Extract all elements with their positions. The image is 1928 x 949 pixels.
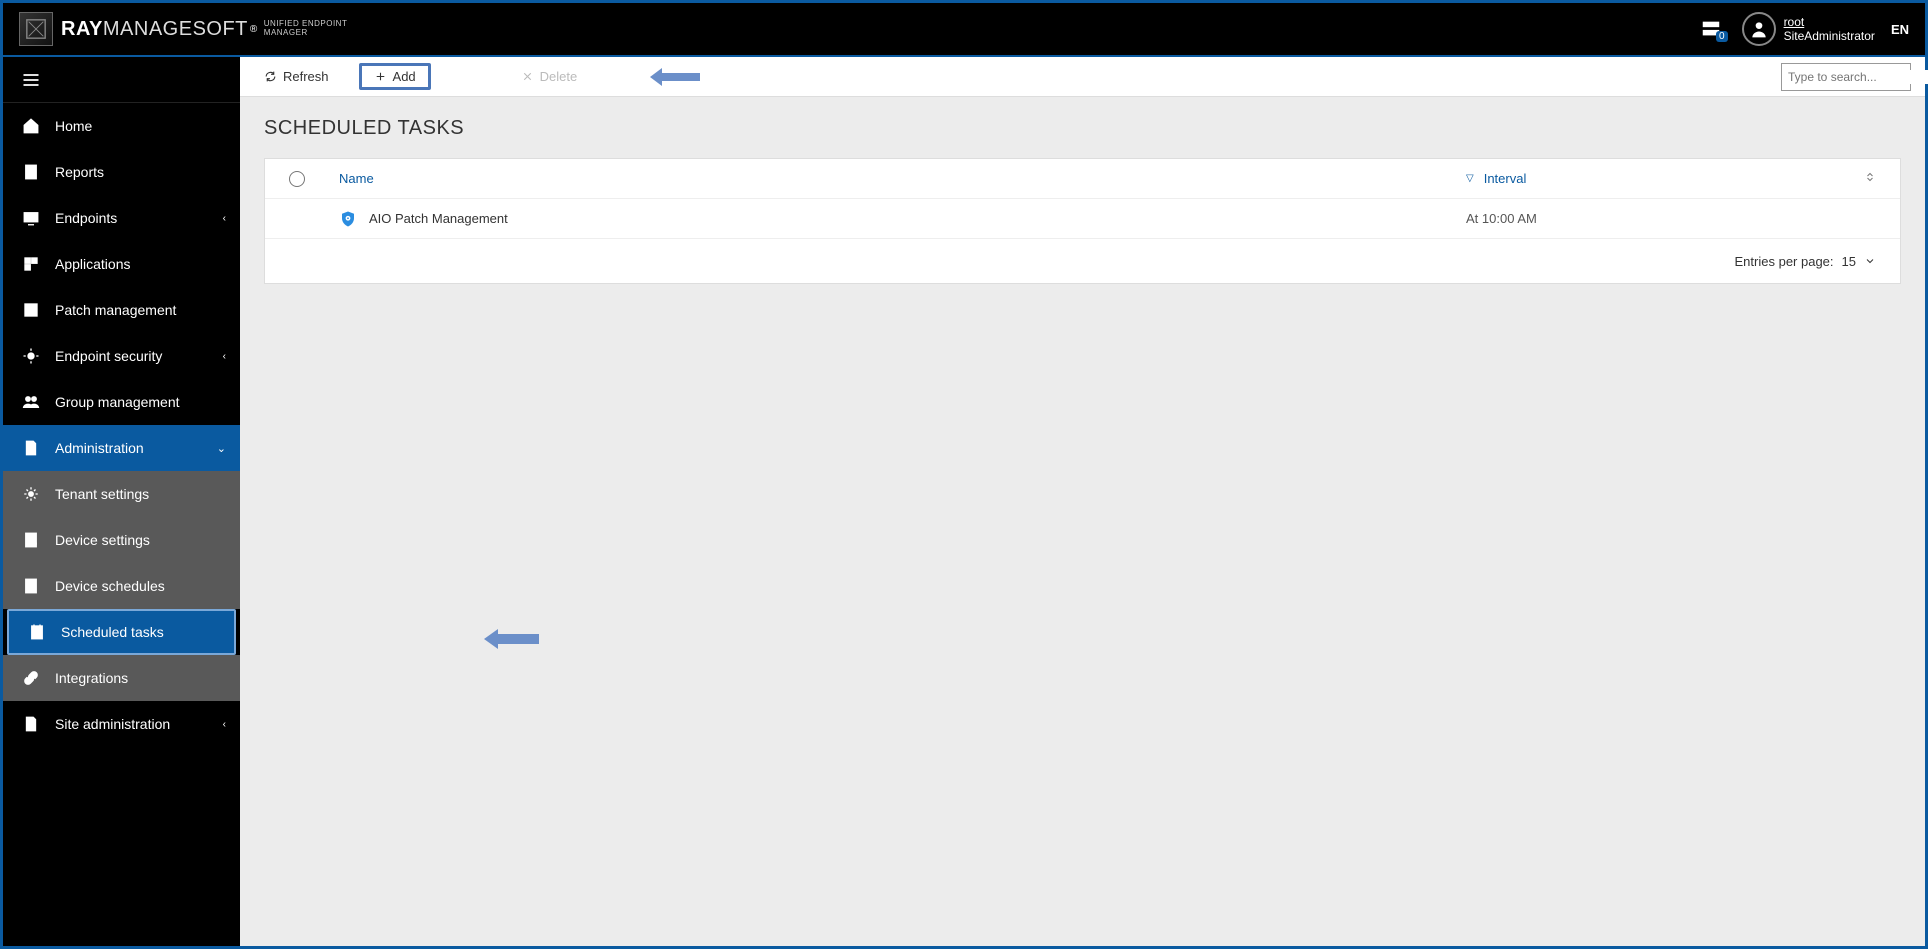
- chevron-down-icon[interactable]: [1864, 255, 1876, 267]
- sidebar-item-patch-management[interactable]: Patch management: [3, 287, 240, 333]
- add-button[interactable]: Add: [359, 63, 431, 90]
- sidebar-item-label: Patch management: [55, 302, 176, 318]
- sidebar-item-reports[interactable]: Reports: [3, 149, 240, 195]
- home-icon: [21, 117, 41, 135]
- user-role: SiteAdministrator: [1784, 29, 1875, 43]
- refresh-label: Refresh: [283, 69, 329, 84]
- task-shield-icon: [339, 210, 365, 228]
- avatar-icon: [1742, 12, 1776, 46]
- sidebar-item-device-schedules[interactable]: Device schedules: [3, 563, 240, 609]
- sidebar-item-label: Home: [55, 118, 92, 134]
- group-icon: [21, 393, 41, 411]
- sidebar-item-label: Endpoint security: [55, 348, 162, 364]
- brand-bold: RAY: [61, 18, 103, 41]
- column-name[interactable]: Name: [339, 171, 1466, 186]
- endpoints-icon: [21, 209, 41, 227]
- scheduled-tasks-icon: [27, 623, 47, 641]
- brand-sub2: MANAGER: [264, 29, 348, 38]
- app-header: RAYMANAGESOFT® UNIFIED ENDPOINT MANAGER …: [3, 3, 1925, 57]
- sidebar-item-scheduled-tasks[interactable]: Scheduled tasks: [7, 609, 236, 655]
- sidebar-item-group-management[interactable]: Group management: [3, 379, 240, 425]
- notifications-badge: 0: [1716, 31, 1728, 42]
- entries-per-page-select[interactable]: 15: [1842, 254, 1856, 269]
- administration-icon: [21, 439, 41, 457]
- task-name: AIO Patch Management: [365, 211, 1466, 226]
- device-schedules-icon: [21, 577, 41, 595]
- sidebar: Home Reports Endpoints ‹ Applications Pa…: [3, 57, 240, 946]
- sidebar-item-applications[interactable]: Applications: [3, 241, 240, 287]
- add-label: Add: [393, 69, 416, 84]
- applications-icon: [21, 255, 41, 273]
- search-input-wrapper[interactable]: [1781, 63, 1911, 91]
- delete-button[interactable]: Delete: [511, 65, 588, 88]
- sidebar-item-endpoints[interactable]: Endpoints ‹: [3, 195, 240, 241]
- sidebar-item-integrations[interactable]: Integrations: [3, 655, 240, 701]
- sidebar-item-label: Reports: [55, 164, 104, 180]
- sidebar-item-administration[interactable]: Administration ⌄: [3, 425, 240, 471]
- sidebar-item-label: Device settings: [55, 532, 150, 548]
- sidebar-item-label: Integrations: [55, 670, 128, 686]
- tenant-settings-icon: [21, 485, 41, 503]
- page-title: SCHEDULED TASKS: [264, 117, 1901, 140]
- delete-label: Delete: [540, 69, 578, 84]
- language-switch[interactable]: EN: [1891, 22, 1909, 37]
- tasks-panel: Name ▽ Interval: [264, 158, 1901, 284]
- table-footer: Entries per page: 15: [265, 239, 1900, 283]
- toolbar: Refresh Add Delete: [240, 57, 1925, 97]
- device-settings-icon: [21, 531, 41, 549]
- brand-rest: MANAGESOFT: [103, 18, 248, 41]
- column-interval-label: Interval: [1484, 171, 1527, 186]
- sort-desc-icon: ▽: [1466, 173, 1474, 184]
- sidebar-item-label: Applications: [55, 256, 131, 272]
- sidebar-item-label: Endpoints: [55, 210, 117, 226]
- callout-arrow-sidebar: [484, 629, 539, 649]
- chevron-left-icon: ‹: [223, 719, 226, 730]
- entries-label: Entries per page:: [1735, 254, 1834, 269]
- chevron-left-icon: ‹: [223, 351, 226, 362]
- security-icon: [21, 347, 41, 365]
- user-menu[interactable]: root SiteAdministrator: [1742, 12, 1875, 46]
- brand-text: RAYMANAGESOFT® UNIFIED ENDPOINT MANAGER: [61, 18, 347, 41]
- sidebar-item-device-settings[interactable]: Device settings: [3, 517, 240, 563]
- hamburger-button[interactable]: [3, 57, 240, 103]
- sidebar-item-label: Tenant settings: [55, 486, 149, 502]
- table-row[interactable]: AIO Patch Management At 10:00 AM: [265, 199, 1900, 239]
- main-content: Refresh Add Delete: [240, 57, 1925, 946]
- notifications-button[interactable]: 0: [1700, 18, 1722, 40]
- table-header: Name ▽ Interval: [265, 159, 1900, 199]
- sidebar-item-tenant-settings[interactable]: Tenant settings: [3, 471, 240, 517]
- chevron-down-icon: ⌄: [217, 442, 226, 455]
- column-interval[interactable]: ▽ Interval: [1466, 171, 1846, 186]
- refresh-button[interactable]: Refresh: [254, 65, 339, 88]
- column-name-label: Name: [339, 171, 374, 186]
- sidebar-item-label: Group management: [55, 394, 180, 410]
- callout-arrow-add: [650, 68, 700, 86]
- select-all-checkbox[interactable]: [289, 171, 339, 187]
- sidebar-item-home[interactable]: Home: [3, 103, 240, 149]
- chevron-left-icon: ‹: [223, 213, 226, 224]
- sidebar-item-label: Site administration: [55, 716, 170, 732]
- sort-toggle-icon[interactable]: [1846, 171, 1876, 186]
- patch-icon: [21, 301, 41, 319]
- brand-logo: [19, 12, 53, 46]
- user-name: root: [1784, 15, 1875, 29]
- sidebar-item-site-administration[interactable]: Site administration ‹: [3, 701, 240, 747]
- reports-icon: [21, 163, 41, 181]
- sidebar-item-label: Scheduled tasks: [61, 624, 164, 640]
- integrations-icon: [21, 669, 41, 687]
- sidebar-item-label: Device schedules: [55, 578, 165, 594]
- search-input[interactable]: [1788, 70, 1928, 84]
- sidebar-item-endpoint-security[interactable]: Endpoint security ‹: [3, 333, 240, 379]
- site-admin-icon: [21, 715, 41, 733]
- task-interval: At 10:00 AM: [1466, 211, 1846, 226]
- sidebar-item-label: Administration: [55, 440, 144, 456]
